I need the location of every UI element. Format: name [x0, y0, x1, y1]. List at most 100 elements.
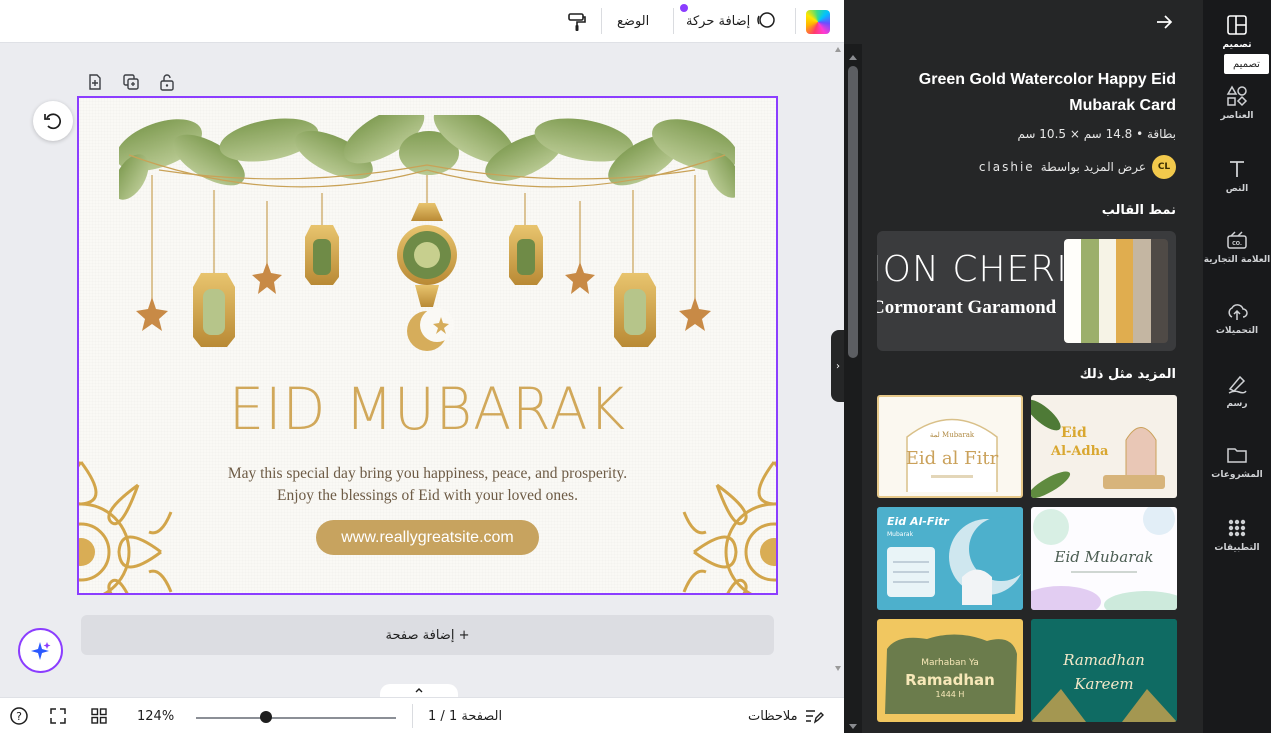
notes-icon [805, 710, 824, 724]
rail-item-brand[interactable]: CO. العلامة التجارية [1203, 228, 1271, 265]
back-arrow-button[interactable] [1154, 12, 1174, 36]
zoom-slider-track[interactable] [196, 717, 396, 719]
add-page-label: + إضافة صفحة [385, 627, 470, 643]
toolbar-divider [795, 8, 796, 34]
palette-swatch [1133, 239, 1151, 343]
position-button[interactable]: الوضع [617, 0, 649, 43]
magic-assistant-button[interactable] [18, 628, 63, 673]
duplicate-page-button[interactable] [122, 72, 140, 92]
rail-item-uploads[interactable]: التحميلات [1203, 299, 1271, 336]
shapes-icon [1225, 84, 1249, 108]
rail-item-design[interactable]: تصميم [1203, 13, 1271, 50]
text-icon [1225, 157, 1249, 181]
thumbnail-art: Marhaban Ya Ramadhan 1444 H [885, 634, 1017, 714]
top-toolbar: إضافة حركة الوضع [0, 0, 844, 43]
draw-icon [1225, 372, 1249, 396]
thumbnail-art: Eid Al-Adha [1031, 399, 1165, 498]
rail-item-projects[interactable]: المشروعات [1203, 443, 1271, 480]
palette-swatch [1064, 239, 1082, 343]
template-meta: بطاقة • 14.8 سم × 10.5 سم [1017, 127, 1176, 141]
template-thumbnail[interactable]: Eid Mubarak [1031, 507, 1177, 610]
zoom-slider-knob[interactable] [260, 711, 272, 723]
thumb-text: Kareem [1073, 675, 1133, 693]
template-thumbnail[interactable]: Marhaban Ya Ramadhan 1444 H [877, 619, 1023, 722]
template-thumbnail[interactable]: Eid Al-Fitr Mubarak [877, 507, 1023, 610]
bottom-divider [412, 704, 413, 728]
color-picker-button[interactable] [806, 0, 830, 43]
thumb-text: Marhaban Ya [921, 658, 979, 668]
thumbnail-art: Ramadhan Kareem [1031, 619, 1177, 722]
rail-label: العناصر [1220, 111, 1254, 121]
page-indicator-button[interactable]: الصفحة 1 / 1 [428, 698, 502, 733]
rail-label: العلامة التجارية [1203, 255, 1271, 265]
thumb-text: Eid Al-Fitr [887, 515, 949, 528]
rotate-button[interactable] [33, 101, 73, 141]
style-heading: نمط القالب [1101, 203, 1176, 218]
template-thumbnail[interactable]: Ramadhan Kareem [1031, 619, 1177, 722]
chevron-up-icon [415, 688, 423, 693]
template-style-card[interactable]: ION CHERI Cormorant Garamond [877, 231, 1176, 351]
rail-label: رسم [1226, 399, 1248, 409]
arrow-right-icon [1157, 15, 1173, 29]
unlock-icon [160, 74, 174, 91]
position-label: الوضع [617, 14, 650, 29]
zoom-percentage[interactable]: 124% [137, 698, 174, 733]
rail-label: تصميم [1222, 40, 1252, 50]
panel-scrollbar[interactable] [844, 44, 862, 733]
template-title: Green Gold Watercolor Happy Eid Mubarak … [918, 71, 1176, 114]
help-icon: ? [10, 707, 28, 725]
more-like-this-heading: المزيد مثل ذلك [1079, 367, 1176, 382]
page-indicator: الصفحة 1 / 1 [428, 708, 503, 724]
rail-item-apps[interactable]: التطبيقات [1203, 516, 1271, 553]
canvas-area: إضافة حركة الوضع EID MUBARAK May this sp… [0, 0, 844, 733]
toolbar-divider [673, 8, 674, 34]
rail-label: المشروعات [1211, 470, 1263, 480]
sparkle-icon [30, 641, 50, 660]
add-page-button[interactable]: + إضافة صفحة [81, 615, 774, 655]
copy-style-button[interactable] [566, 0, 588, 43]
template-thumbnail[interactable]: Eid Al-Adha [1031, 395, 1177, 498]
bottom-bar: ? 124% الصفحة 1 / 1 ملاحظات [0, 697, 844, 733]
thumbnail-art: Eid Mubarak [1031, 507, 1177, 610]
rail-item-text[interactable]: النص [1203, 157, 1271, 194]
fullscreen-button[interactable] [49, 698, 67, 733]
thumb-text: Ramadhan [905, 671, 995, 689]
color-palette-icon [806, 9, 830, 34]
author-prefix: عرض المزيد بواسطة [1040, 160, 1146, 174]
thumbnail-art: لمة Mubarak Eid al Fitr [906, 418, 999, 492]
palette-swatch [1150, 239, 1168, 343]
zoom-label: 124% [137, 708, 175, 724]
thumb-text: Al-Adha [1050, 444, 1109, 459]
template-thumbnail[interactable]: لمة Mubarak Eid al Fitr [877, 395, 1023, 498]
lock-page-button[interactable] [158, 72, 176, 92]
add-page-icon-button[interactable] [86, 72, 104, 92]
layout-icon [1225, 13, 1249, 37]
panel-collapse-handle[interactable]: › [831, 330, 845, 402]
notes-button[interactable]: ملاحظات [748, 698, 824, 733]
thumb-text: Eid Mubarak [1054, 548, 1154, 566]
add-animation-button[interactable]: إضافة حركة [680, 0, 776, 43]
rail-item-draw[interactable]: رسم [1203, 372, 1271, 409]
svg-text:?: ? [16, 710, 22, 723]
brand-kit-icon: CO. [1225, 228, 1249, 252]
palette-swatch [1098, 239, 1116, 343]
thumb-text: Eid al Fitr [906, 448, 999, 469]
thumbnail-art: Eid Al-Fitr Mubarak [877, 507, 1023, 610]
thumb-text: لمة Mubarak [930, 431, 975, 439]
rail-item-elements[interactable]: العناصر [1203, 84, 1271, 121]
svg-text:CO.: CO. [1232, 241, 1242, 247]
new-feature-dot [680, 4, 688, 12]
grid-view-button[interactable] [90, 698, 108, 733]
add-page-icon [89, 74, 101, 90]
collapse-pages-tab[interactable] [380, 684, 458, 698]
style-font-primary: ION CHERI [877, 249, 1068, 290]
template-details-panel: Green Gold Watercolor Happy Eid Mubarak … [844, 0, 1203, 733]
cloud-upload-icon [1225, 299, 1249, 323]
thumb-text: Mubarak [887, 531, 914, 538]
rail-label: النص [1225, 184, 1249, 194]
animate-icon [756, 10, 776, 34]
author-link[interactable]: clashie عرض المزيد بواسطة CL [979, 155, 1176, 179]
rail-label: التطبيقات [1214, 543, 1260, 553]
thumb-text: Eid [1061, 425, 1087, 441]
help-button[interactable]: ? [9, 698, 29, 733]
